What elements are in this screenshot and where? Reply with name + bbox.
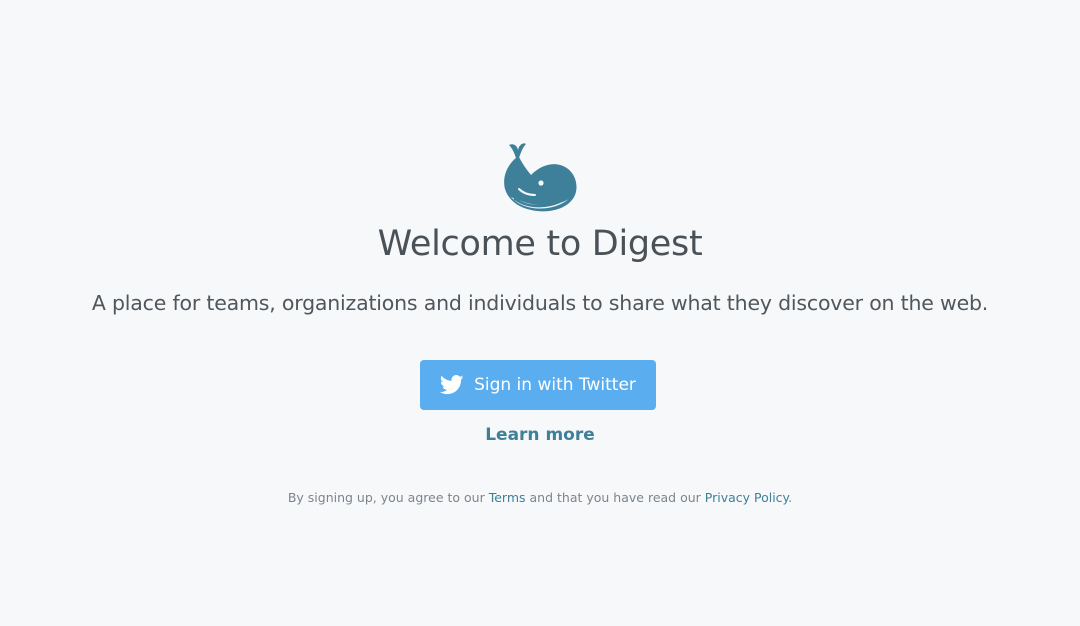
learn-more-link[interactable]: Learn more bbox=[485, 425, 595, 445]
twitter-bird-icon bbox=[440, 375, 464, 395]
welcome-page: Welcome to Digest A place for teams, org… bbox=[0, 0, 1080, 626]
legal-prefix: By signing up, you agree to our bbox=[287, 490, 485, 505]
sign-in-with-twitter-button[interactable]: Sign in with Twitter bbox=[420, 360, 656, 410]
legal-middle: and that you have read our bbox=[529, 490, 701, 505]
page-tagline: A place for teams, organizations and ind… bbox=[91, 291, 989, 315]
privacy-policy-link[interactable]: Privacy Policy bbox=[705, 490, 788, 505]
whale-icon bbox=[504, 143, 577, 212]
legal-notice: By signing up, you agree to our Terms an… bbox=[0, 488, 1080, 508]
learn-more-container: Learn more bbox=[0, 422, 1080, 448]
legal-suffix: . bbox=[788, 490, 793, 505]
twitter-button-label: Sign in with Twitter bbox=[474, 375, 636, 395]
page-title: Welcome to Digest bbox=[377, 224, 703, 264]
terms-link[interactable]: Terms bbox=[489, 490, 526, 505]
